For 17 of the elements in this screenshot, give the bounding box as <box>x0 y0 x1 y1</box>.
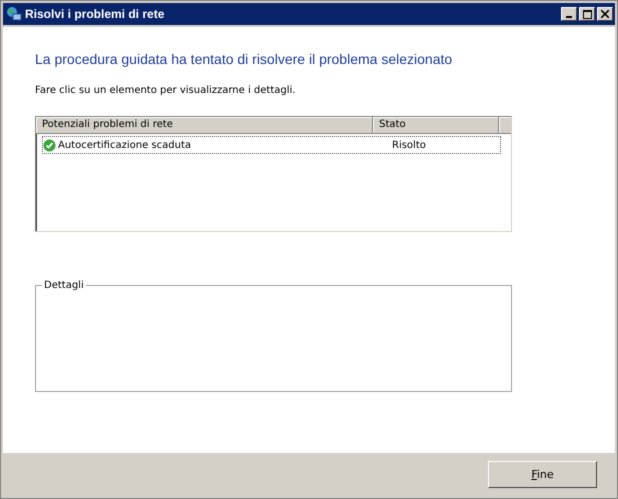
column-header[interactable]: Potenziali problemi di rete <box>36 117 374 134</box>
minimize-button[interactable] <box>561 7 577 21</box>
close-icon <box>601 10 609 18</box>
wizard-heading: La procedura guidata ha tentato di risolvere il problema selezionato <box>35 51 454 67</box>
check-icon <box>43 138 56 152</box>
problem-name: Autocertificazione scaduta <box>58 140 192 150</box>
details-label: Dettagli <box>43 280 85 291</box>
network-icon <box>6 6 22 22</box>
maximize-icon <box>582 10 592 18</box>
instruction-text: Fare clic su un elemento per visualizzarne i dettagli. <box>35 85 296 96</box>
column-header[interactable]: Stato <box>373 117 499 134</box>
window-title: Risolvi i problemi di rete <box>25 7 166 21</box>
finish-button[interactable]: Fine <box>488 461 597 488</box>
problem-status: Risolto <box>392 140 426 150</box>
maximize-button[interactable] <box>579 7 595 21</box>
close-button[interactable] <box>597 7 613 21</box>
problem-row[interactable]: Autocertificazione scaduta Risolto <box>42 136 501 154</box>
